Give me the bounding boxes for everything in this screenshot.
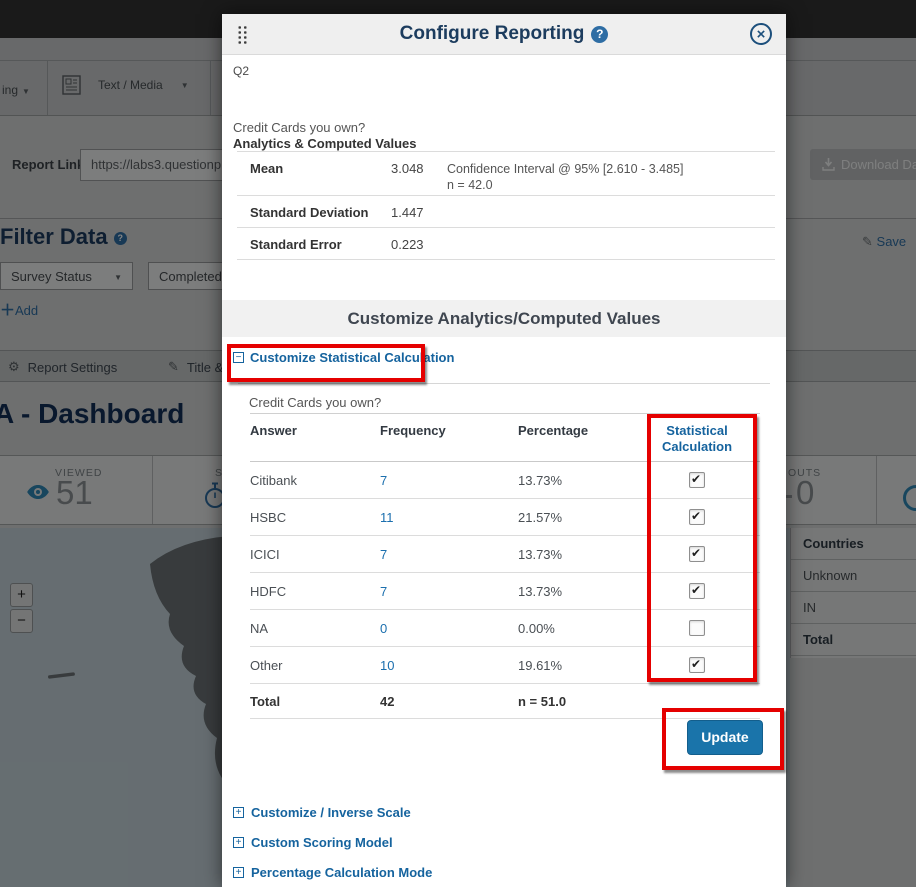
- analytics-value: 3.048: [391, 161, 447, 195]
- statistical-calculation-checkbox[interactable]: [689, 620, 705, 636]
- percentage-cell: 0.00%: [518, 621, 634, 636]
- collapsed-section-label: Customize / Inverse Scale: [251, 805, 411, 820]
- modal-title: Configure Reporting: [400, 23, 585, 45]
- frequency-cell[interactable]: 7: [380, 584, 518, 599]
- answer-cell: Citibank: [250, 473, 380, 488]
- question-code: Q2: [233, 64, 249, 78]
- analytics-value: 1.447: [391, 205, 447, 227]
- frequency-row: HSBC 11 21.57%: [250, 499, 760, 536]
- statistical-calculation-checkbox[interactable]: [689, 657, 705, 673]
- frequency-row: ICICI 7 13.73%: [250, 536, 760, 573]
- collapsed-section-label: Custom Scoring Model: [251, 835, 393, 850]
- help-icon[interactable]: ?: [591, 26, 608, 43]
- close-icon[interactable]: ×: [750, 23, 772, 45]
- divider: [238, 383, 770, 384]
- header-percentage: Percentage: [518, 423, 634, 461]
- statistical-calculation-checkbox[interactable]: [689, 509, 705, 525]
- collapsed-section-link[interactable]: + Custom Scoring Model: [233, 834, 393, 850]
- answer-cell: ICICI: [250, 547, 380, 562]
- collapsed-section-link[interactable]: + Customize / Inverse Scale: [233, 804, 411, 820]
- analytics-table: Mean 3.048 Confidence Interval @ 95% [2.…: [237, 151, 775, 260]
- customize-section-heading: Customize Analytics/Computed Values: [222, 300, 786, 337]
- percentage-cell: 21.57%: [518, 510, 634, 525]
- analytics-row: Standard Error 0.223: [237, 227, 775, 259]
- statistical-calculation-checkbox[interactable]: [689, 472, 705, 488]
- answer-cell: HDFC: [250, 584, 380, 599]
- analytics-label: Standard Deviation: [237, 205, 391, 227]
- total-percentage: n = 51.0: [518, 694, 634, 709]
- modal-title-row: Configure Reporting ?: [222, 14, 786, 54]
- update-button[interactable]: Update: [687, 720, 763, 755]
- analytics-heading: Analytics & Computed Values: [233, 136, 417, 151]
- answer-cell: NA: [250, 621, 380, 636]
- screen: ing▼ Text / Media ▼ Report Link https://…: [0, 0, 916, 887]
- collapsed-section-link[interactable]: + Percentage Calculation Mode: [233, 864, 432, 880]
- frequency-row: Other 10 19.61%: [250, 647, 760, 684]
- total-frequency: 42: [380, 694, 518, 709]
- percentage-cell: 13.73%: [518, 473, 634, 488]
- expand-icon[interactable]: +: [233, 807, 244, 818]
- answer-cell: Other: [250, 658, 380, 673]
- header-stat-line2: Calculation: [634, 439, 760, 455]
- analytics-value: 0.223: [391, 237, 447, 259]
- analytics-note1: Confidence Interval @ 95% [2.610 - 3.485…: [447, 161, 775, 177]
- question-text: Credit Cards you own?: [233, 120, 365, 135]
- modal-header: Configure Reporting ? ×: [222, 14, 786, 55]
- frequency-cell[interactable]: 11: [380, 510, 518, 525]
- frequency-cell[interactable]: 10: [380, 658, 518, 673]
- frequency-question-text: Credit Cards you own?: [249, 395, 381, 410]
- percentage-cell: 13.73%: [518, 584, 634, 599]
- analytics-row: Mean 3.048 Confidence Interval @ 95% [2.…: [237, 151, 775, 195]
- total-label: Total: [250, 694, 380, 709]
- configure-reporting-modal: Configure Reporting ? × Q2 Credit Cards …: [222, 14, 786, 887]
- header-stat-line1: Statistical: [634, 423, 760, 439]
- analytics-label: Mean: [237, 161, 391, 195]
- statistical-calculation-checkbox[interactable]: [689, 583, 705, 599]
- analytics-note: Confidence Interval @ 95% [2.610 - 3.485…: [447, 161, 775, 195]
- answer-cell: HSBC: [250, 510, 380, 525]
- frequency-table: Answer Frequency Percentage Statistical …: [250, 413, 760, 719]
- total-row: Total 42 n = 51.0: [250, 684, 760, 719]
- frequency-cell[interactable]: 0: [380, 621, 518, 636]
- frequency-row: Citibank 7 13.73%: [250, 462, 760, 499]
- frequency-row: NA 0 0.00%: [250, 610, 760, 647]
- analytics-rows: Mean 3.048 Confidence Interval @ 95% [2.…: [237, 151, 775, 259]
- header-statistical-calculation: Statistical Calculation: [634, 423, 760, 461]
- percentage-cell: 13.73%: [518, 547, 634, 562]
- header-answer: Answer: [250, 423, 380, 461]
- analytics-label: Standard Error: [237, 237, 391, 259]
- analytics-row: Standard Deviation 1.447: [237, 195, 775, 227]
- frequency-row: HDFC 7 13.73%: [250, 573, 760, 610]
- analytics-note: [447, 205, 775, 227]
- collapsed-section-label: Percentage Calculation Mode: [251, 865, 432, 880]
- collapse-icon[interactable]: −: [233, 352, 244, 363]
- stat-calc-label: Customize Statistical Calculation: [250, 350, 454, 365]
- analytics-table-bottom-border: [237, 259, 775, 260]
- frequency-table-header: Answer Frequency Percentage Statistical …: [250, 413, 760, 462]
- frequency-cell[interactable]: 7: [380, 473, 518, 488]
- header-frequency: Frequency: [380, 423, 518, 461]
- analytics-note: [447, 237, 775, 259]
- expand-icon[interactable]: +: [233, 867, 244, 878]
- frequency-rows: Citibank 7 13.73% HSBC 11 21.57% ICICI: [250, 462, 760, 684]
- analytics-note2: n = 42.0: [447, 177, 775, 193]
- customize-statistical-calculation-link[interactable]: − Customize Statistical Calculation: [233, 350, 454, 365]
- percentage-cell: 19.61%: [518, 658, 634, 673]
- expand-icon[interactable]: +: [233, 837, 244, 848]
- frequency-cell[interactable]: 7: [380, 547, 518, 562]
- statistical-calculation-checkbox[interactable]: [689, 546, 705, 562]
